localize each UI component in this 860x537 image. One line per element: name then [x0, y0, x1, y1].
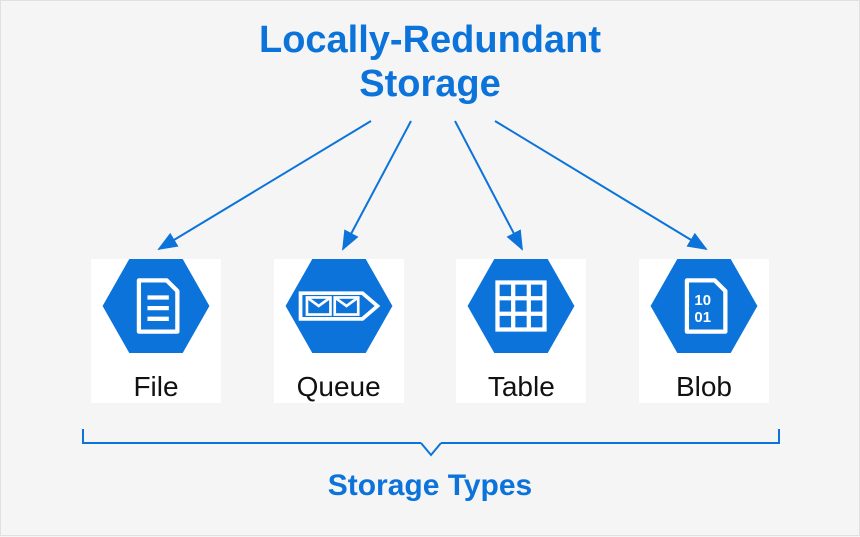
- file-icon: [102, 259, 210, 353]
- storage-item-blob: 10 01 Blob: [639, 259, 769, 403]
- table-icon: [467, 259, 575, 353]
- svg-text:10: 10: [694, 292, 711, 309]
- svg-text:01: 01: [694, 309, 711, 326]
- diagram-title: Locally-Redundant Storage: [1, 19, 859, 106]
- grouping-bracket: [81, 429, 781, 459]
- blob-icon: 10 01: [650, 259, 758, 353]
- storage-item-queue: Queue: [274, 259, 404, 403]
- storage-item-file: File: [91, 259, 221, 403]
- storage-label: Blob: [676, 371, 732, 403]
- storage-label: File: [133, 371, 178, 403]
- storage-item-table: Table: [456, 259, 586, 403]
- storage-items-row: File Queue: [91, 259, 769, 403]
- storage-label: Queue: [297, 371, 381, 403]
- title-line-1: Locally-Redundant: [259, 19, 601, 61]
- storage-label: Table: [488, 371, 555, 403]
- footer-label: Storage Types: [1, 469, 859, 503]
- title-line-2: Storage: [359, 63, 500, 105]
- queue-icon: [285, 259, 393, 353]
